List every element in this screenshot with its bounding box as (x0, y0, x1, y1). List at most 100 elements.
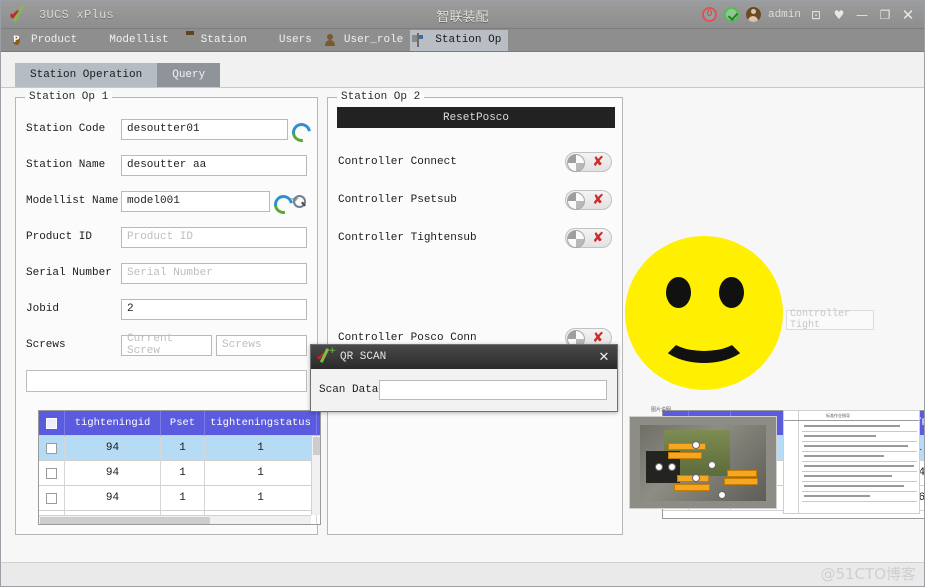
controller-tight-input[interactable]: Controller Tight (786, 309, 874, 331)
photo-callout-number (692, 474, 700, 482)
current-screw-input[interactable]: Current Screw (121, 333, 212, 357)
scrollbar-thumb[interactable] (40, 517, 210, 524)
table-cell: 1 (161, 436, 205, 461)
menu-item-station-op[interactable]: Station Op (410, 29, 509, 51)
maximize-button[interactable]: ❐ (877, 8, 893, 22)
menu-label: User_role (343, 34, 404, 46)
checkbox-icon[interactable] (46, 467, 57, 479)
pin-window-button[interactable]: ♥ (831, 8, 847, 22)
checkbox-icon[interactable] (46, 492, 57, 504)
table-row[interactable]: 94 1 1 (39, 461, 320, 486)
column-header[interactable]: torq (317, 411, 320, 436)
screws-input[interactable]: Screws (216, 334, 307, 356)
table-header-row: tighteningid Pset tighteningstatus torq (39, 411, 320, 436)
table-row[interactable]: 94 1 1 (39, 436, 320, 461)
row-checkbox-cell[interactable] (39, 436, 65, 461)
user-avatar-icon[interactable] (745, 7, 761, 22)
menu-label: Product (31, 34, 78, 46)
row-checkbox-cell[interactable] (39, 461, 65, 486)
close-button[interactable]: ✕ (900, 6, 916, 24)
photo-callout-tag (674, 484, 710, 491)
serial-number-label: Serial Number (26, 267, 112, 279)
select-all-header[interactable] (39, 411, 65, 436)
controller-tightensub-toggle[interactable]: ✘ (565, 228, 612, 248)
search-icon[interactable] (292, 194, 307, 209)
tab-label: Station Operation (30, 69, 143, 81)
tab-query[interactable]: Query (157, 63, 221, 87)
message-textbox[interactable] (26, 370, 307, 392)
cross-icon: ✘ (592, 192, 604, 208)
table-cell: 1 (205, 461, 317, 486)
table-cell: 1 (161, 461, 205, 486)
restore-window-button[interactable]: ⊡ (808, 8, 824, 22)
tab-strip: Station Operation Query (1, 52, 924, 88)
refresh-icon[interactable] (292, 122, 307, 137)
minimize-button[interactable]: — (854, 8, 870, 22)
menu-item-user-role[interactable]: User_role (319, 30, 410, 51)
smiley-mouth (658, 311, 750, 363)
tab-station-operation[interactable]: Station Operation (15, 63, 158, 87)
machine-icon (417, 32, 431, 47)
field-row-product-id: Product ID Product ID (26, 226, 307, 248)
refresh-icon[interactable] (274, 194, 289, 209)
photo-callout-number (692, 441, 700, 449)
modellist-name-combo[interactable]: model001 (121, 190, 270, 212)
tightening-results-table: tighteningid Pset tighteningstatus torq … (38, 410, 321, 525)
photo-caption: 图片说明 (651, 407, 672, 413)
column-header[interactable]: Pset (161, 411, 205, 436)
photo-callout-tag (668, 452, 702, 459)
station-op-2-panel: Station Op 2 ResetPosco Controller Conne… (327, 91, 924, 535)
photo-callout-number (655, 463, 663, 471)
scan-data-label: Scan Data (319, 384, 379, 396)
status-ok-icon[interactable] (723, 7, 739, 22)
checkbox-icon[interactable] (46, 442, 57, 454)
work-instruction-document: 标准作业指导 (783, 410, 920, 514)
status-bar: @51CTO博客 (1, 562, 924, 586)
tray-icon (183, 34, 197, 47)
menu-item-modellist[interactable]: Modellist (84, 30, 175, 51)
alert-badge-icon[interactable]: 0 (701, 7, 717, 22)
serial-number-input[interactable]: Serial Number (121, 262, 307, 284)
station-op-1-panel: Station Op 1 Station Code desoutter01 St… (15, 91, 321, 535)
controller-psetsub-toggle[interactable]: ✘ (565, 190, 612, 210)
menu-item-product[interactable]: P Product (6, 30, 84, 51)
reset-posco-button[interactable]: ResetPosco (337, 107, 615, 128)
cross-icon: ✘ (592, 230, 604, 246)
watermark-label: @51CTO博客 (820, 565, 916, 583)
station-name-input[interactable]: desoutter aa (121, 154, 307, 176)
dialog-title-bar[interactable]: ✔+ QR SCAN ✕ (311, 345, 617, 369)
user-role-icon (326, 34, 340, 47)
controller-connect-toggle[interactable]: ✘ (565, 152, 612, 172)
users-icon (261, 34, 275, 47)
scrollbar-thumb[interactable] (313, 437, 320, 455)
column-header[interactable]: tighteningstatus (205, 411, 317, 436)
main-menu-bar: P Product Modellist Station Users User_r… (1, 29, 924, 52)
table-row[interactable]: 94 1 1 (39, 486, 320, 511)
table-vertical-scrollbar[interactable] (311, 436, 320, 515)
document-header-caption: 标准作业指导 (826, 413, 850, 418)
table-cell: 1 (205, 486, 317, 511)
column-header[interactable]: tighteningid (65, 411, 161, 436)
station-name-label: Station Name (26, 159, 106, 171)
field-row-screws: Screws Current Screw Screws (26, 333, 307, 357)
scan-data-input[interactable] (379, 380, 607, 400)
jobid-input[interactable]: 2 (121, 298, 307, 320)
smiley-right-eye (719, 277, 744, 308)
controller-tightensub-label: Controller Tightensub (338, 232, 477, 244)
close-icon[interactable]: ✕ (591, 350, 617, 365)
station-op-1-title: Station Op 1 (25, 91, 113, 103)
product-id-label: Product ID (26, 231, 93, 243)
toggle-knob-icon (567, 192, 585, 210)
row-checkbox-cell[interactable] (39, 486, 65, 511)
controller-posco-conn-label: Controller Posco Conn (338, 332, 477, 344)
menu-item-station[interactable]: Station (176, 30, 254, 51)
table-cell: 1 (205, 436, 317, 461)
menu-label: Station Op (435, 34, 502, 46)
checkbox-icon[interactable] (46, 417, 57, 429)
station-code-input[interactable]: desoutter01 (121, 118, 288, 140)
menu-item-users[interactable]: Users (254, 30, 319, 51)
table-horizontal-scrollbar[interactable] (39, 515, 311, 524)
product-id-input[interactable]: Product ID (121, 226, 307, 248)
dialog-body: Scan Data (311, 369, 617, 411)
station-code-label: Station Code (26, 123, 106, 135)
